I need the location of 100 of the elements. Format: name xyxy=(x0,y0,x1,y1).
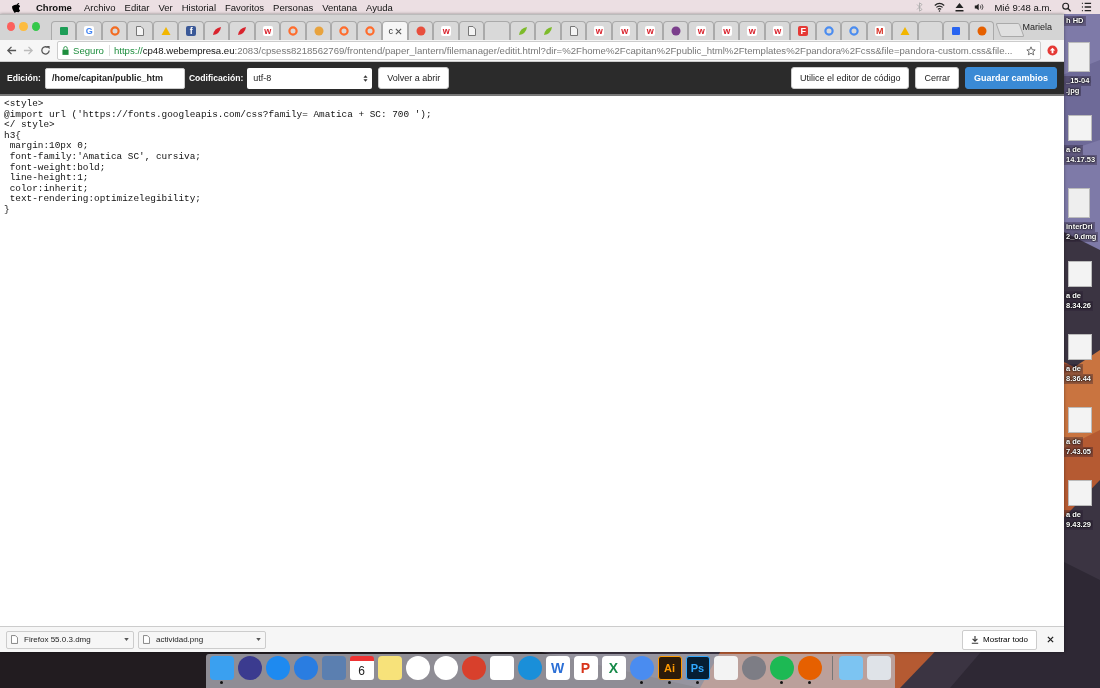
browser-tab[interactable] xyxy=(561,21,587,40)
show-all-button[interactable]: Mostrar todo xyxy=(962,629,1037,650)
browser-tab[interactable] xyxy=(841,21,867,40)
apple-icon[interactable] xyxy=(12,1,21,13)
menu-item[interactable]: Editar xyxy=(124,1,150,13)
browser-tab[interactable]: w xyxy=(612,21,638,40)
screenshot-icon[interactable] xyxy=(1068,334,1092,360)
letter-icon: w xyxy=(594,26,605,36)
browser-tab[interactable]: w xyxy=(739,21,765,40)
leaf-icon xyxy=(543,26,554,36)
save-button[interactable]: Guardar cambios xyxy=(964,67,1057,89)
letter-icon[interactable]: X xyxy=(601,656,626,680)
browser-tab[interactable]: c xyxy=(382,21,408,40)
letter-icon[interactable]: W xyxy=(545,656,570,680)
browser-tab[interactable] xyxy=(943,21,969,40)
letter-icon: w xyxy=(645,26,656,36)
screenshot-icon[interactable] xyxy=(1068,480,1092,506)
toolbar-button[interactable]: Cerrar xyxy=(915,67,959,89)
letter-icon: f xyxy=(186,26,197,36)
browser-tab[interactable] xyxy=(663,21,689,40)
clock[interactable]: Mié 9:48 a.m. xyxy=(994,1,1052,13)
letter-icon: G xyxy=(84,26,95,36)
eject-icon[interactable] xyxy=(954,2,966,12)
menu-item[interactable]: Personas xyxy=(273,1,314,13)
orb-icon[interactable] xyxy=(237,656,262,680)
browser-tab[interactable]: w xyxy=(433,21,459,40)
close-icon[interactable] xyxy=(1047,636,1054,643)
list-icon[interactable] xyxy=(1081,2,1092,12)
browser-tab[interactable]: G xyxy=(76,21,102,40)
browser-tab[interactable]: w xyxy=(765,21,791,40)
browser-tab[interactable] xyxy=(969,21,995,40)
menu-item[interactable]: Ver xyxy=(158,1,173,13)
download-item[interactable]: Firefox 55.0.3.dmg xyxy=(6,630,134,649)
notepad-icon[interactable] xyxy=(377,656,402,680)
app-tile-icon[interactable]: Ai xyxy=(657,656,682,680)
volume-icon[interactable] xyxy=(974,2,986,12)
search-icon[interactable] xyxy=(1061,2,1072,12)
browser-tab[interactable] xyxy=(816,21,842,40)
star-icon[interactable] xyxy=(1026,45,1036,56)
file-icon[interactable] xyxy=(1068,42,1090,72)
ring-icon xyxy=(109,26,120,36)
profile-name[interactable]: Mariela xyxy=(1022,22,1052,32)
path-field[interactable]: /home/capitan/public_htm xyxy=(44,67,185,89)
file-icon[interactable] xyxy=(1068,188,1090,218)
calendar-icon[interactable]: 6 xyxy=(349,656,374,680)
bluetooth-icon[interactable] xyxy=(914,2,926,12)
browser-tab[interactable] xyxy=(51,21,77,40)
code-line: color:inherit; xyxy=(8,183,89,194)
toolbar-button[interactable]: Utilice el editor de código xyxy=(790,67,910,89)
browser-tab[interactable]: M xyxy=(867,21,893,40)
leaf-icon xyxy=(517,26,528,36)
browser-tab[interactable] xyxy=(408,21,434,40)
letter-icon: w xyxy=(696,26,707,36)
browser-tab[interactable]: w xyxy=(688,21,714,40)
screenshot-icon[interactable] xyxy=(1068,261,1092,287)
browser-tab[interactable]: w xyxy=(586,21,612,40)
caret-icon[interactable] xyxy=(124,638,129,641)
browser-tab[interactable]: w xyxy=(255,21,281,40)
browser-tab[interactable]: f xyxy=(178,21,204,40)
menu-item[interactable]: Archivo xyxy=(83,1,116,13)
menu-item[interactable]: Ventana xyxy=(322,1,358,13)
running-dot xyxy=(640,681,643,684)
browser-tab[interactable] xyxy=(459,21,485,40)
zoom-window-button[interactable] xyxy=(31,22,40,31)
encoding-select[interactable]: utf-8 xyxy=(247,67,373,89)
download-item[interactable]: actividad.png xyxy=(138,630,266,649)
menu-item[interactable]: Ayuda xyxy=(366,1,393,13)
browser-tab[interactable] xyxy=(127,21,153,40)
app-menu[interactable]: Chrome xyxy=(36,1,72,13)
letter-icon: w xyxy=(262,26,273,36)
running-dot xyxy=(808,681,811,684)
toolbar-button[interactable]: Volver a abrir xyxy=(378,67,450,89)
menu-item[interactable]: Favoritos xyxy=(225,1,265,13)
wifi-icon[interactable] xyxy=(934,2,946,12)
screenshot-icon[interactable] xyxy=(1068,407,1092,433)
running-dot xyxy=(220,681,223,684)
path-label: Edición: xyxy=(7,73,41,83)
forward-icon[interactable] xyxy=(23,45,34,56)
menu-item[interactable]: Historial xyxy=(181,1,216,13)
caret-icon[interactable] xyxy=(256,638,261,641)
letter-icon[interactable]: P xyxy=(573,656,598,680)
close-window-button[interactable] xyxy=(7,22,16,31)
extension-icon[interactable] xyxy=(1047,45,1058,56)
screenshot-icon[interactable] xyxy=(1068,115,1092,141)
triangle-icon xyxy=(160,26,171,36)
ring-icon xyxy=(849,26,860,36)
close-icon[interactable] xyxy=(395,27,402,35)
back-icon[interactable] xyxy=(6,45,17,56)
ring-icon xyxy=(823,26,834,36)
browser-tab[interactable] xyxy=(102,21,128,40)
address-field[interactable]: Seguro https://cp48.webempresa.eu:2083/cpsess8218562769/frontend/paper_lantern/filemanager/editit.html?dir=%2Fhome%2Fcapitan%2Fpublic_html%2Ftemplates%2Fpandora%2Fcss&file=pandora-custom.css&file... xyxy=(57,41,1041,60)
app-tile-icon[interactable]: Ps xyxy=(685,656,710,680)
ring-icon xyxy=(339,26,350,36)
browser-tab[interactable]: F xyxy=(790,21,816,40)
browser-tab[interactable]: w xyxy=(637,21,663,40)
browser-tab[interactable]: w xyxy=(714,21,740,40)
browser-tab[interactable] xyxy=(204,21,230,40)
reload-icon[interactable] xyxy=(40,45,51,56)
browser-tab[interactable] xyxy=(229,21,255,40)
minimize-window-button[interactable] xyxy=(19,22,28,31)
